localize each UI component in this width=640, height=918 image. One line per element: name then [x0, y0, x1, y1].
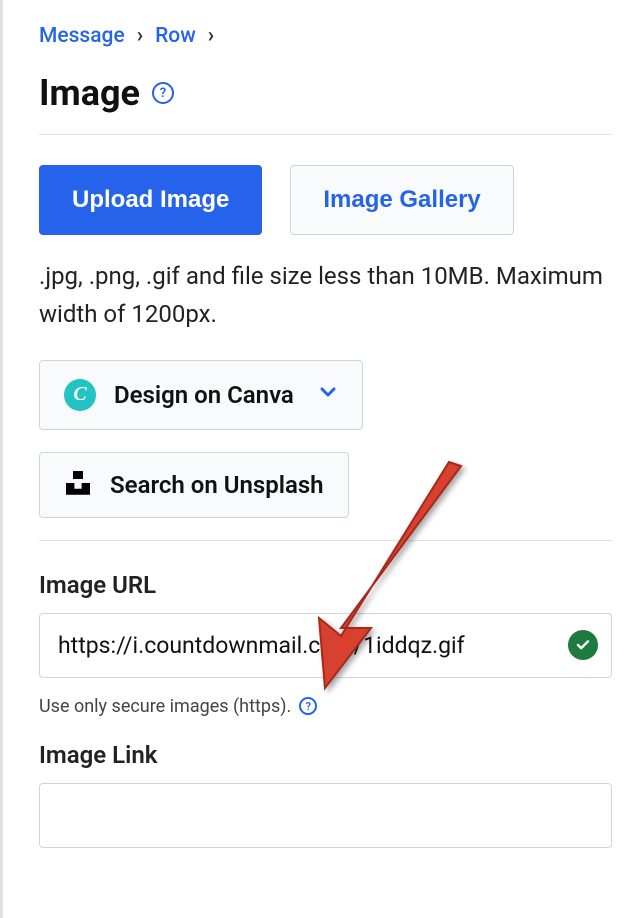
chevron-right-icon: ›	[137, 24, 143, 48]
divider	[39, 134, 612, 135]
image-url-input[interactable]	[39, 613, 612, 678]
design-on-canva-button[interactable]: C Design on Canva	[39, 360, 363, 430]
breadcrumb-row[interactable]: Row	[155, 24, 196, 48]
page-title: Image	[39, 72, 140, 114]
chevron-down-icon	[318, 382, 338, 407]
divider	[39, 540, 612, 541]
unsplash-button-label: Search on Unsplash	[110, 471, 324, 499]
help-icon[interactable]: ?	[152, 82, 174, 104]
image-gallery-button[interactable]: Image Gallery	[290, 165, 513, 235]
image-url-hint: Use only secure images (https).	[39, 696, 291, 717]
image-link-input[interactable]	[39, 783, 612, 848]
search-unsplash-button[interactable]: Search on Unsplash	[39, 452, 349, 518]
canva-button-label: Design on Canva	[114, 381, 294, 409]
help-icon[interactable]: ?	[299, 697, 317, 715]
valid-check-icon	[568, 630, 598, 660]
breadcrumb-message[interactable]: Message	[39, 24, 125, 48]
chevron-right-icon: ›	[208, 24, 214, 48]
image-url-label: Image URL	[39, 571, 612, 599]
image-link-label: Image Link	[39, 741, 612, 769]
canva-icon: C	[64, 379, 96, 411]
upload-image-button[interactable]: Upload Image	[39, 165, 262, 235]
upload-hint-text: .jpg, .png, .gif and file size less than…	[39, 257, 612, 334]
breadcrumb: Message › Row ›	[39, 24, 612, 48]
unsplash-icon	[64, 471, 92, 499]
